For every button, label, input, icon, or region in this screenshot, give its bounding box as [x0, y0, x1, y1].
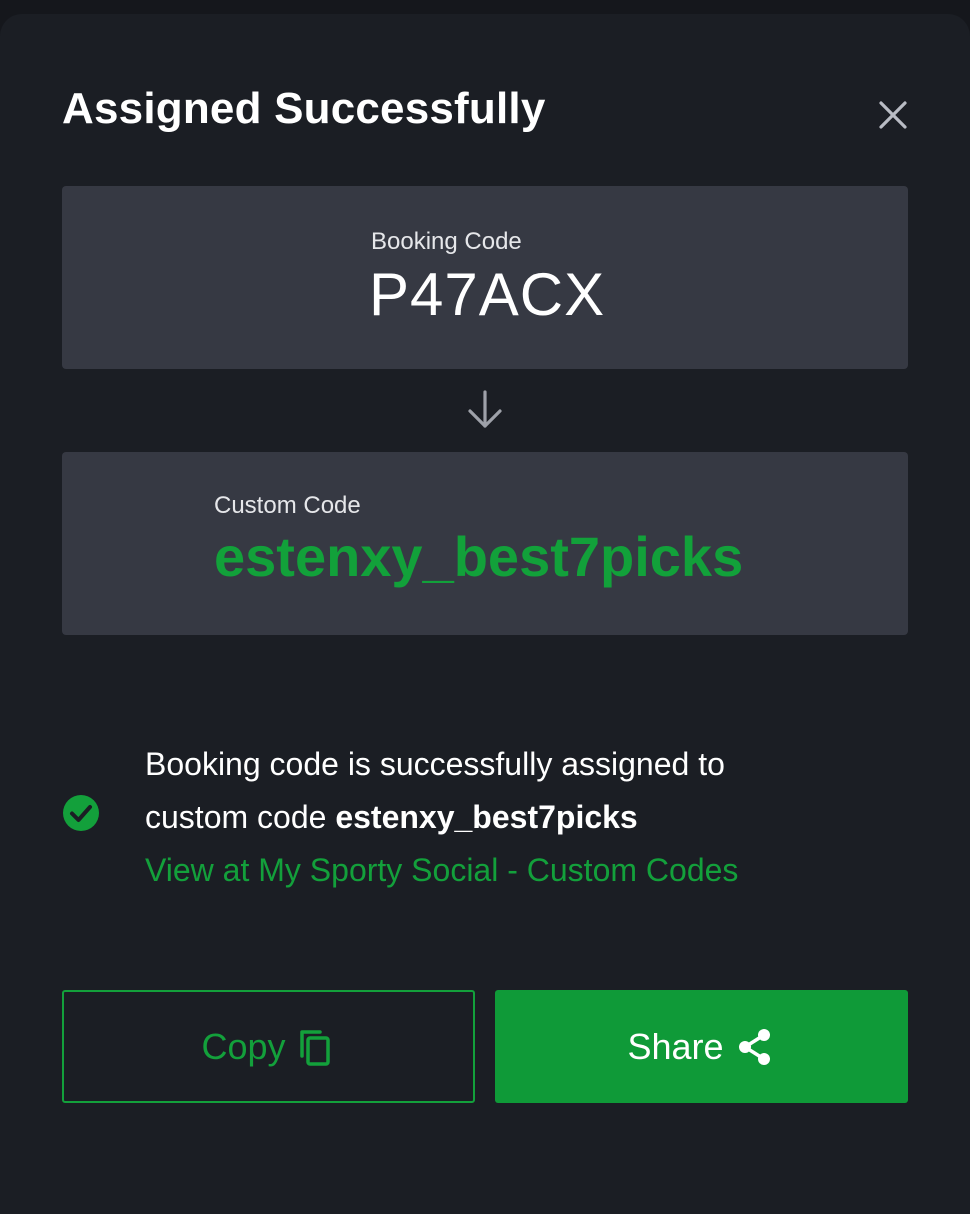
- custom-code-label: Custom Code: [214, 492, 361, 519]
- view-custom-codes-link[interactable]: View at My Sporty Social - Custom Codes: [145, 844, 865, 897]
- dialog-title: Assigned Successfully: [62, 84, 546, 133]
- booking-code-value: P47ACX: [369, 261, 606, 328]
- message-line-1: Booking code is successfully assigned to: [145, 746, 725, 782]
- success-message: Booking code is successfully assigned to…: [145, 738, 865, 897]
- assign-success-dialog: Assigned Successfully Booking Code P47AC…: [0, 14, 970, 1214]
- close-icon: [879, 101, 907, 129]
- message-line-2-prefix: custom code: [145, 799, 336, 835]
- share-button[interactable]: Share: [495, 990, 908, 1103]
- message-line-2: custom code estenxy_best7picks: [145, 791, 865, 844]
- booking-code-label: Booking Code: [371, 228, 522, 255]
- copy-icon: [296, 1026, 336, 1068]
- close-button[interactable]: [868, 90, 918, 140]
- arrow-down-icon: [465, 388, 505, 432]
- copy-button-label: Copy: [201, 1025, 286, 1067]
- check-circle-icon: [62, 794, 100, 832]
- booking-code-card: Booking Code P47ACX: [62, 186, 908, 369]
- custom-code-card: Custom Code estenxy_best7picks: [62, 452, 908, 635]
- message-custom-code: estenxy_best7picks: [335, 799, 638, 835]
- copy-button[interactable]: Copy: [62, 990, 475, 1103]
- share-icon: [734, 1026, 776, 1068]
- custom-code-value: estenxy_best7picks: [214, 525, 744, 588]
- share-button-label: Share: [627, 1025, 724, 1067]
